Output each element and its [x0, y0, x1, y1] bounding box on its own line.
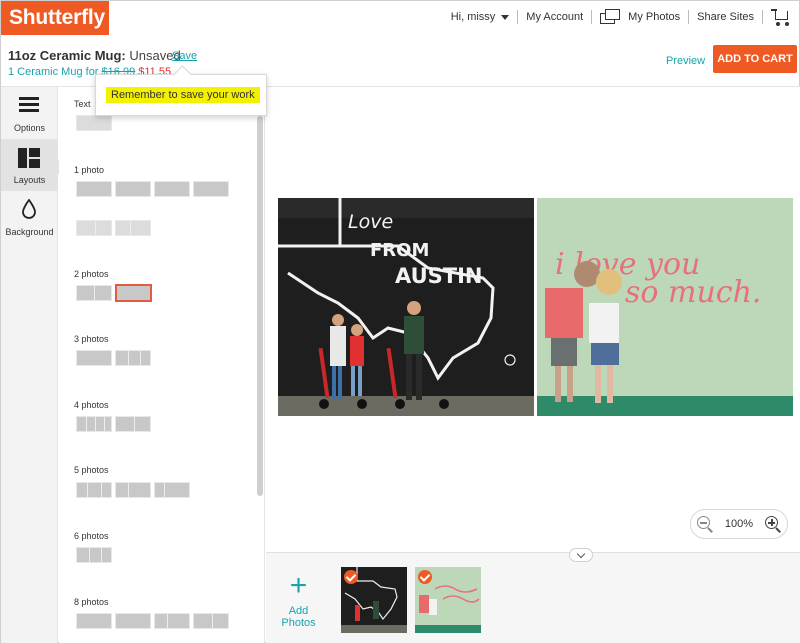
zoom-level: 100%	[724, 518, 754, 530]
rail-item-label: Layouts	[13, 175, 46, 185]
mug-photo-left[interactable]: Love FROM AUSTIN	[278, 198, 534, 416]
layout-thumb[interactable]	[154, 613, 190, 629]
section-label-3-photos: 3 photos	[74, 334, 109, 344]
user-greeting: Hi, missy	[450, 11, 496, 23]
layout-thumb[interactable]	[154, 482, 190, 498]
section-label-text: Text	[74, 99, 91, 109]
layout-thumb[interactable]	[115, 220, 151, 236]
rail-item-layouts[interactable]: Layouts	[1, 139, 58, 191]
rail-item-options[interactable]: Options	[1, 87, 58, 139]
wall-text: so much.	[625, 275, 761, 310]
layout-thumb[interactable]	[76, 115, 112, 131]
my-account-link[interactable]: My Account	[518, 11, 591, 23]
tray-photo-thumbnail[interactable]	[341, 567, 407, 633]
panel-scrollbar[interactable]	[257, 116, 263, 496]
tool-rail: Options Layouts Background	[1, 87, 66, 643]
mural-text: AUSTIN	[395, 264, 483, 288]
zoom-in-icon[interactable]	[764, 516, 781, 533]
love-wall-image: i love you so much.	[537, 198, 793, 416]
tooltip-text: Remember to save your work	[106, 87, 260, 103]
chevron-down-icon	[501, 14, 510, 20]
layout-thumb[interactable]	[115, 350, 151, 366]
list-icon	[19, 97, 39, 113]
mug-photo-right[interactable]: i love you so much.	[537, 198, 793, 416]
tray-collapse-button[interactable]	[569, 548, 593, 562]
rail-item-background[interactable]: Background	[1, 191, 58, 243]
layout-thumb[interactable]	[115, 482, 151, 498]
layout-thumb[interactable]	[76, 285, 112, 301]
plus-icon: +	[289, 569, 308, 602]
section-label-4-photos: 4 photos	[74, 400, 109, 410]
austin-mural-image: Love FROM AUSTIN	[278, 198, 534, 416]
add-to-cart-button[interactable]: ADD TO CART	[713, 45, 797, 73]
top-nav: Hi, missy My Account My Photos Share Sit…	[443, 8, 799, 26]
rail-item-label: Background	[5, 227, 54, 237]
layout-thumb[interactable]	[76, 482, 112, 498]
checkmark-icon	[344, 570, 358, 584]
app-frame: Shutterfly Hi, missy My Account My Photo…	[0, 0, 800, 643]
preview-link[interactable]: Preview	[666, 55, 705, 67]
layout-thumb[interactable]	[76, 350, 112, 366]
mural-text: Love	[348, 211, 393, 233]
layout-thumb[interactable]	[154, 181, 190, 197]
layout-thumb-selected[interactable]	[115, 284, 152, 302]
layout-thumb[interactable]	[76, 547, 112, 563]
layouts-icon	[18, 148, 40, 168]
layout-thumb[interactable]	[76, 613, 112, 629]
cart-icon	[771, 8, 791, 26]
layout-thumb[interactable]	[115, 613, 151, 629]
layout-thumb[interactable]	[193, 613, 229, 629]
layout-thumb[interactable]	[76, 220, 112, 236]
add-photos-label: Add	[288, 605, 309, 617]
layout-thumb[interactable]	[193, 181, 229, 197]
photos-icon	[600, 9, 622, 25]
drop-icon	[22, 199, 36, 219]
section-label-6-photos: 6 photos	[74, 531, 109, 541]
product-title: 11oz Ceramic Mug:	[8, 48, 126, 63]
zoom-out-icon[interactable]	[697, 516, 713, 533]
add-photos-label: Photos	[281, 617, 316, 629]
my-photos-link[interactable]: My Photos	[592, 9, 688, 25]
save-reminder-tooltip: Remember to save your work	[95, 74, 267, 116]
section-label-2-photos: 2 photos	[74, 269, 109, 279]
rail-item-label: Options	[13, 123, 46, 133]
share-sites-link[interactable]: Share Sites	[689, 11, 762, 23]
save-link[interactable]: Save	[172, 50, 197, 62]
mural-text: FROM	[370, 240, 429, 261]
layout-thumb[interactable]	[76, 181, 112, 197]
checkmark-icon	[418, 570, 432, 584]
tray-divider	[266, 552, 800, 553]
layout-thumb[interactable]	[76, 416, 112, 432]
user-menu[interactable]: Hi, missy	[443, 11, 518, 23]
shutterfly-logo[interactable]: Shutterfly	[1, 1, 109, 35]
add-photos-button[interactable]: + Add Photos	[271, 569, 326, 630]
cart-link[interactable]	[763, 8, 799, 26]
tray-photo-thumbnail[interactable]	[415, 567, 481, 633]
section-label-1-photo: 1 photo	[74, 165, 105, 175]
layout-thumb[interactable]	[115, 181, 151, 197]
product-title-row: 11oz Ceramic Mug: Unsaved	[8, 48, 181, 63]
my-photos-label: My Photos	[628, 11, 681, 23]
section-label-8-photos: 8 photos	[74, 597, 109, 607]
section-label-5-photos: 5 photos	[74, 465, 109, 475]
layout-thumb[interactable]	[115, 416, 151, 432]
zoom-control: 100%	[690, 509, 788, 539]
quantity-label[interactable]: 1 Ceramic Mug for	[8, 66, 98, 78]
